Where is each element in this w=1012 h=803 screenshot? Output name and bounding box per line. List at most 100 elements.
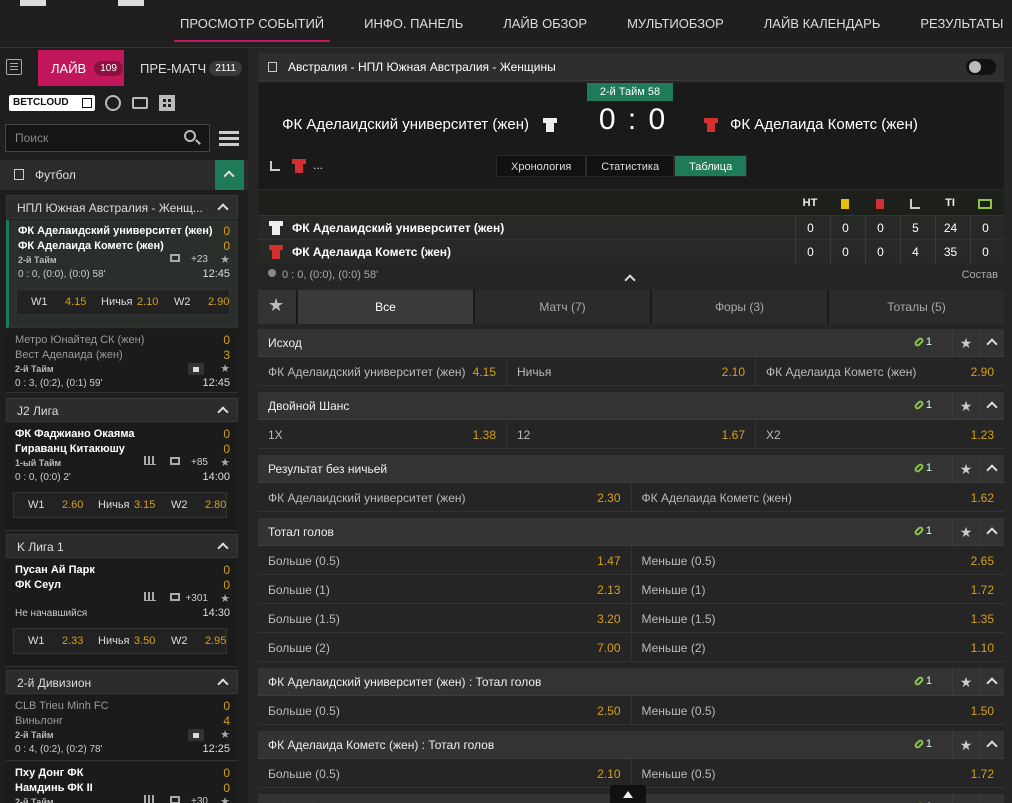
chevron-up-icon[interactable] xyxy=(624,274,636,286)
sport-header-football[interactable]: Футбол xyxy=(0,160,248,190)
markets-count[interactable]: +85 xyxy=(191,457,208,468)
outcome-cell[interactable]: ФК Аделаидский университет (жен) 4.15 xyxy=(258,357,507,385)
event-row[interactable]: Пусан Ай Парк 0 ФК Сеул 0 +301 ★ Не начавшийся… xyxy=(6,559,238,667)
event-row[interactable]: ФК Фаджиано Окаяма 0 Гираванц Китакюшу 0 1-ы… xyxy=(6,423,238,531)
outcome-cell[interactable]: Меньше (0.5) 1.72 xyxy=(631,759,1004,787)
outcome-cell[interactable]: X2 1.23 xyxy=(756,420,1004,448)
stats-icon[interactable] xyxy=(144,456,156,465)
outcome-cell[interactable]: Ничья 2.10 xyxy=(507,357,756,385)
market-tab[interactable]: Форы (3) xyxy=(650,290,827,324)
star-icon[interactable]: ★ xyxy=(220,795,230,803)
star-icon[interactable]: ★ xyxy=(952,392,980,420)
chevron-up-icon[interactable] xyxy=(986,464,998,476)
event-row[interactable]: ФК Аделаидский университет (жен) 0 ФК Адел… xyxy=(6,220,238,328)
view-tab[interactable]: Статистика xyxy=(586,155,675,177)
star-icon[interactable]: ★ xyxy=(952,455,980,483)
link-icon[interactable]: 1 xyxy=(913,525,932,537)
graphics-toggle[interactable] xyxy=(966,59,996,75)
market-header[interactable]: ФК Аделаидский университет (жен) : Тотал… xyxy=(258,668,1004,696)
tab-prematch[interactable]: ПРЕ-МАТЧ 2111 xyxy=(128,50,246,86)
collapse-toggle[interactable] xyxy=(215,160,244,190)
monitor-icon[interactable] xyxy=(170,457,180,465)
event-row[interactable]: Пху Донг ФК 0 Намдинь ФК II 0 2-й Тайм +30 ★ xyxy=(6,762,238,803)
nav-item[interactable]: ИНФО. ПАНЕЛЬ xyxy=(344,0,483,48)
star-icon[interactable]: ★ xyxy=(220,456,230,469)
outcome-cell[interactable]: Больше (1.5) 3.20 xyxy=(258,604,632,632)
market-tab[interactable]: Все xyxy=(296,290,473,324)
market-tab[interactable]: Матч (7) xyxy=(473,290,650,324)
market-header[interactable]: ФК Аделаида Кометс (жен) : Тотал голов 1 ★ xyxy=(258,731,1004,759)
search-icon[interactable] xyxy=(184,130,196,142)
league-header[interactable]: 2-й Дивизион xyxy=(6,670,238,694)
nav-item[interactable]: МУЛЬТИОБЗОР xyxy=(607,0,744,48)
checkbox-icon[interactable] xyxy=(14,169,24,180)
nav-item[interactable]: ПРОСМОТР СОБЫТИЙ xyxy=(160,0,344,48)
star-icon[interactable]: ★ xyxy=(952,794,980,803)
favorites-star-icon[interactable] xyxy=(258,290,296,324)
market-tab[interactable]: Тоталы (5) xyxy=(827,290,1004,324)
chevron-up-icon[interactable] xyxy=(986,740,998,752)
outcome-cell[interactable]: Меньше (2) 1.10 xyxy=(631,633,1004,661)
star-icon[interactable]: ★ xyxy=(220,253,230,266)
chevron-up-icon[interactable] xyxy=(986,401,998,413)
chevron-up-icon[interactable] xyxy=(986,338,998,350)
market-header[interactable]: Тотал голов 1 ★ xyxy=(258,518,1004,546)
outcome-cell[interactable]: Больше (0.5) 2.10 xyxy=(258,759,632,787)
link-icon[interactable]: 1 xyxy=(913,399,932,411)
market-header[interactable]: Исход 1 ★ xyxy=(258,329,1004,357)
link-icon[interactable]: 1 xyxy=(913,738,932,750)
view-tab[interactable]: Таблица xyxy=(674,155,748,177)
outcome-cell[interactable]: 12 1.67 xyxy=(507,420,756,448)
nav-item[interactable]: ЛАЙВ КАЛЕНДАРЬ xyxy=(744,0,901,48)
outcome-cell[interactable]: Меньше (1.5) 1.35 xyxy=(631,604,1004,632)
event-row[interactable]: Метро Юнайтед СК (жен) 0 Вест Аделаида (же… xyxy=(6,329,238,393)
league-header[interactable]: K Лига 1 xyxy=(6,534,238,558)
outcome-cell[interactable]: ФК Аделаида Кометс (жен) 1.62 xyxy=(631,483,1004,511)
league-header[interactable]: НПЛ Южная Австралия - Женщ... xyxy=(6,195,238,219)
nav-item[interactable]: ЛАЙВ ОБЗОР xyxy=(483,0,607,48)
outcome-cell[interactable]: Больше (1) 2.13 xyxy=(258,575,632,603)
globe-icon[interactable] xyxy=(105,95,121,111)
checkbox-icon[interactable] xyxy=(268,62,277,72)
menu-icon[interactable] xyxy=(219,131,239,146)
outcome-cell[interactable]: Больше (2) 7.00 xyxy=(258,633,632,661)
markets-count[interactable]: +301 xyxy=(185,593,208,604)
league-header[interactable]: J2 Лига xyxy=(6,398,238,422)
star-icon[interactable]: ★ xyxy=(220,362,230,375)
monitor-icon[interactable] xyxy=(170,593,180,601)
link-icon[interactable]: 1 xyxy=(913,675,932,687)
stats-icon[interactable] xyxy=(144,795,156,803)
star-icon[interactable]: ★ xyxy=(952,329,980,357)
market-header[interactable]: Двойной Шанс 1 ★ xyxy=(258,392,1004,420)
outcome-cell[interactable]: 1X 1.38 xyxy=(258,420,507,448)
outcome-cell[interactable]: ФК Аделаидский университет (жен) 2.30 xyxy=(258,483,632,511)
star-icon[interactable]: ★ xyxy=(220,592,230,605)
market-header[interactable]: Результат без ничьей 1 ★ xyxy=(258,455,1004,483)
star-icon[interactable]: ★ xyxy=(952,518,980,546)
monitor-icon[interactable] xyxy=(132,97,148,109)
monitor-icon[interactable] xyxy=(170,796,180,803)
tab-live[interactable]: ЛАЙВ 109 xyxy=(38,50,124,86)
outcome-cell[interactable]: Меньше (1) 1.72 xyxy=(631,575,1004,603)
outcome-cell[interactable]: Меньше (0.5) 2.65 xyxy=(631,546,1004,574)
markets-count[interactable]: +23 xyxy=(191,254,208,265)
outcome-cell[interactable]: ФК Аделаида Кометс (жен) 2.90 xyxy=(756,357,1004,385)
star-icon[interactable]: ★ xyxy=(952,731,980,759)
scroll-up-button[interactable] xyxy=(610,785,646,803)
stats-icon[interactable] xyxy=(144,592,156,601)
view-tab[interactable]: Хронология xyxy=(496,155,587,177)
star-icon[interactable]: ★ xyxy=(220,728,230,741)
star-icon[interactable]: ★ xyxy=(952,668,980,696)
lineup-link[interactable]: Состав xyxy=(962,269,998,281)
link-icon[interactable]: 1 xyxy=(913,462,932,474)
grid-icon[interactable] xyxy=(159,95,175,111)
search-input[interactable] xyxy=(5,124,210,152)
chevron-up-icon[interactable] xyxy=(986,677,998,689)
chevron-up-icon[interactable] xyxy=(986,527,998,539)
outcome-cell[interactable]: Меньше (0.5) 1.50 xyxy=(631,696,1004,724)
list-view-icon[interactable] xyxy=(6,59,22,75)
outcome-cell[interactable]: Больше (0.5) 1.47 xyxy=(258,546,632,574)
nav-item[interactable]: РЕЗУЛЬТАТЫ xyxy=(900,0,1012,48)
event-row[interactable]: CLB Trieu Minh FC 0 Винь­лонг 4 2-й Тайм ★ 0 :… xyxy=(6,695,238,761)
monitor-icon[interactable] xyxy=(170,254,180,262)
